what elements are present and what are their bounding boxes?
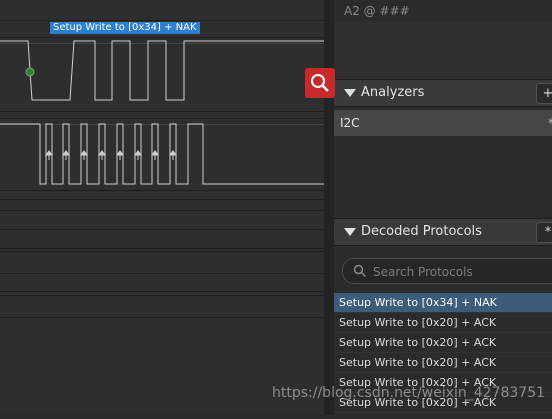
watermark-text: https://blog.csdn.net/weixin_42783751 [272, 385, 546, 401]
analyzer-name: I2C [340, 116, 360, 130]
analyzer-item-i2c[interactable]: I2C * [334, 110, 552, 136]
trigger-marker[interactable] [25, 67, 35, 77]
collapse-triangle-icon[interactable] [344, 228, 356, 236]
waveform-canvas [0, 0, 324, 415]
sidebar-panel: A2 @ ### Analyzers + I2C * Decoded Proto… [334, 0, 552, 415]
decoded-result-row[interactable]: Setup Write to [0x20] + ACK [334, 313, 552, 333]
magnifier-icon [311, 74, 329, 92]
search-icon [353, 264, 367, 278]
decoded-result-row[interactable]: Setup Write to [0x20] + ACK [334, 353, 552, 373]
zoom-button[interactable] [305, 68, 335, 98]
waveform-view[interactable]: Setup Write to [0x34] + NAK [0, 0, 324, 415]
search-protocols-box[interactable] [342, 258, 552, 284]
panel-splitter[interactable] [324, 0, 334, 415]
add-analyzer-button[interactable]: + [536, 83, 552, 104]
decoded-result-row[interactable]: Setup Write to [0x20] + ACK [334, 333, 552, 353]
decoded-settings-button[interactable]: * [536, 222, 552, 243]
timing-area [334, 22, 552, 80]
decoded-annotation-label[interactable]: Setup Write to [0x34] + NAK [50, 22, 200, 34]
decoded-result-row[interactable]: Setup Write to [0x34] + NAK [334, 293, 552, 313]
analyzer-settings-icon[interactable]: * [548, 110, 552, 136]
timing-readout: A2 @ ### [344, 4, 410, 18]
analyzers-header[interactable]: Analyzers + [334, 79, 552, 107]
decoded-protocols-title: Decoded Protocols [361, 224, 482, 239]
decoded-protocols-header[interactable]: Decoded Protocols * [334, 218, 552, 246]
collapse-triangle-icon[interactable] [344, 89, 356, 97]
analyzers-title: Analyzers [361, 85, 425, 100]
search-protocols-input[interactable] [371, 261, 552, 283]
